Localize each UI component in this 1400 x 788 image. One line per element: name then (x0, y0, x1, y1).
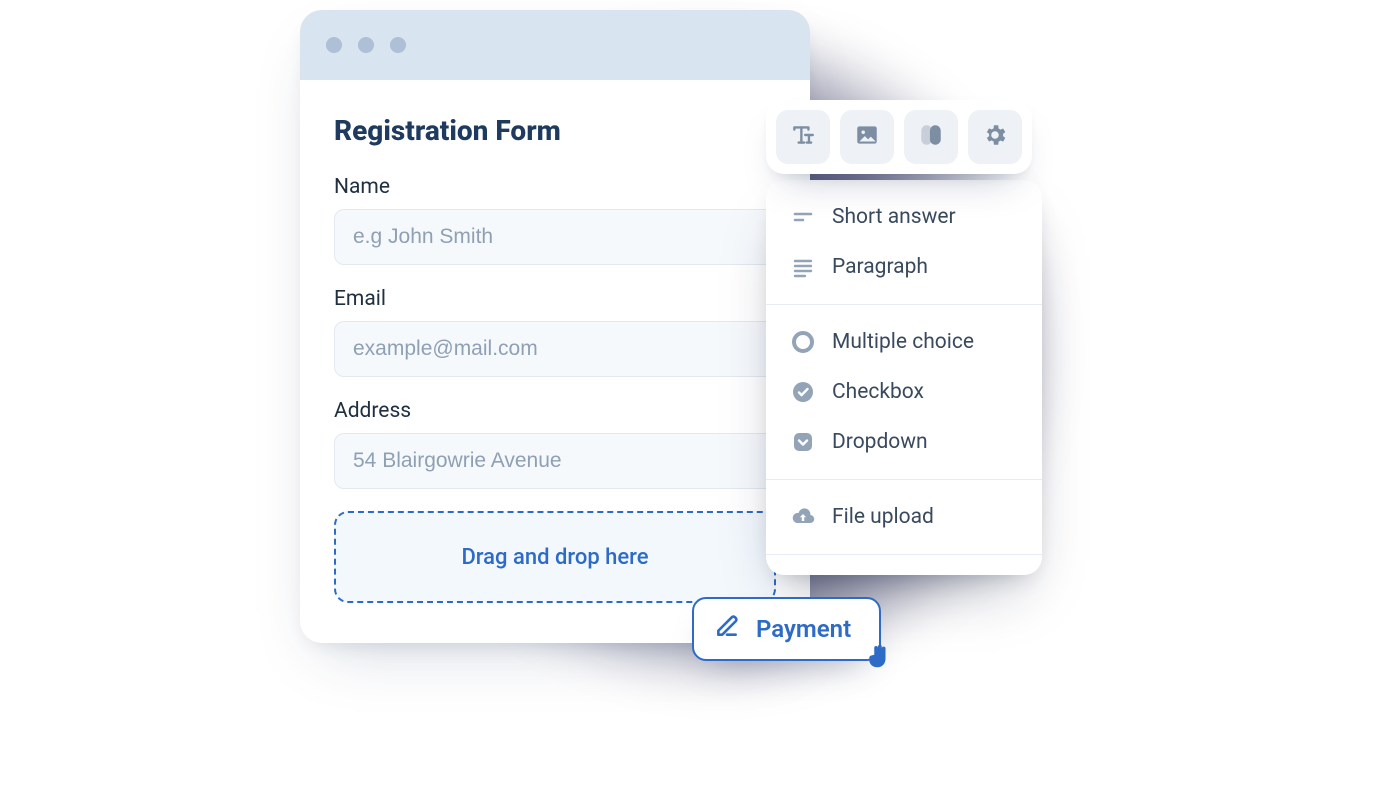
element-short-answer[interactable]: Short answer (766, 192, 1042, 242)
address-input[interactable] (334, 433, 776, 489)
window-titlebar (300, 10, 810, 80)
field-address: Address (334, 399, 776, 489)
name-input[interactable] (334, 209, 776, 265)
field-label-address: Address (334, 399, 776, 423)
element-paragraph[interactable]: Paragraph (766, 242, 1042, 292)
dropzone-label: Drag and drop here (461, 545, 648, 570)
field-email: Email (334, 287, 776, 377)
theme-icon (918, 122, 944, 152)
toolbar (766, 100, 1032, 174)
edit-icon (714, 613, 740, 645)
element-label: Dropdown (832, 430, 928, 454)
payment-chip[interactable]: Payment (692, 597, 881, 661)
window-dot (358, 37, 374, 53)
toolbar-settings-button[interactable] (968, 110, 1022, 164)
toolbar-text-button[interactable] (776, 110, 830, 164)
toolbar-theme-button[interactable] (904, 110, 958, 164)
element-dropdown[interactable]: Dropdown (766, 417, 1042, 467)
element-checkbox[interactable]: Checkbox (766, 367, 1042, 417)
element-label: File upload (832, 505, 934, 529)
chip-label: Payment (756, 615, 851, 643)
short-answer-icon (790, 204, 816, 230)
toolbar-image-button[interactable] (840, 110, 894, 164)
element-multiple-choice[interactable]: Multiple choice (766, 317, 1042, 367)
upload-icon (790, 504, 816, 530)
element-label: Multiple choice (832, 330, 974, 354)
window-dot (390, 37, 406, 53)
text-icon (790, 122, 816, 152)
grab-cursor-icon (863, 641, 893, 671)
element-label: Checkbox (832, 380, 924, 404)
field-name: Name (334, 175, 776, 265)
email-input[interactable] (334, 321, 776, 377)
form-title: Registration Form (334, 114, 776, 147)
dropdown-icon (790, 429, 816, 455)
form-window: Registration Form Name Email Address Dra… (300, 10, 810, 643)
gear-icon (982, 122, 1008, 152)
field-label-email: Email (334, 287, 776, 311)
element-file-upload[interactable]: File upload (766, 492, 1042, 542)
element-label: Short answer (832, 205, 956, 229)
field-label-name: Name (334, 175, 776, 199)
image-icon (854, 122, 880, 152)
checkbox-icon (790, 379, 816, 405)
panel-divider (766, 554, 1042, 555)
radio-icon (790, 329, 816, 355)
elements-panel: Short answer Paragraph Multiple choice (766, 180, 1042, 575)
element-label: Paragraph (832, 255, 928, 279)
paragraph-icon (790, 254, 816, 280)
dropzone[interactable]: Drag and drop here (334, 511, 776, 603)
window-dot (326, 37, 342, 53)
